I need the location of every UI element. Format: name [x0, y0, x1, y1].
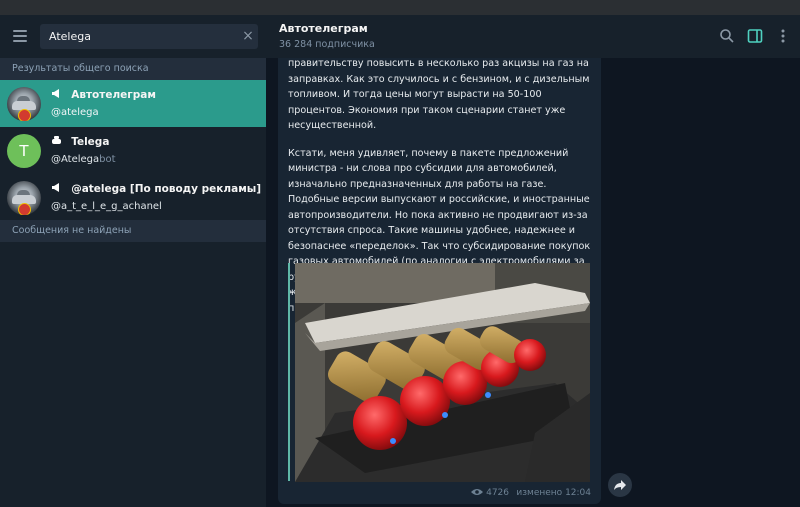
search-result-item[interactable]: T Telega @Atelegabot — [0, 127, 266, 174]
result-username: @a_t_e_l_e_g_achanel — [51, 201, 162, 212]
chat-header: Автотелеграм 36 284 подписчика — [266, 15, 800, 58]
result-username: @atelega — [51, 107, 99, 118]
avatar: T — [7, 134, 41, 168]
message-paragraph: правительству повысить в несколько раз а… — [288, 58, 590, 131]
message-bubble: правительству повысить в несколько раз а… — [278, 58, 601, 504]
result-title-text: @atelega [По поводу рекламы] — [71, 183, 262, 195]
avatar — [7, 181, 41, 215]
search-icon[interactable] — [719, 28, 735, 44]
message-meta: изменено 12:04 — [516, 488, 591, 498]
result-title-text: Автотелеграм — [71, 89, 156, 101]
search-box: × — [40, 24, 258, 49]
link-preview-bar — [288, 263, 290, 481]
messages-not-found-label: Сообщения не найдены — [0, 220, 266, 242]
edited-label: изменено — [516, 488, 563, 498]
view-count: 4726 — [471, 488, 509, 498]
search-result-item[interactable]: Автотелеграм @atelega — [0, 80, 266, 127]
result-username: @Atelegabot — [51, 154, 116, 165]
eye-icon — [471, 489, 484, 495]
result-title: Автотелеграм — [51, 89, 156, 101]
result-title-text: Telega — [71, 136, 110, 148]
share-icon — [614, 480, 626, 490]
bot-icon — [51, 136, 65, 148]
more-vertical-icon[interactable] — [775, 28, 791, 44]
search-input[interactable] — [49, 27, 229, 46]
message-photo[interactable] — [295, 263, 590, 482]
avatar — [7, 87, 41, 121]
menu-icon[interactable] — [13, 30, 27, 42]
username-suffix: bot — [99, 154, 116, 165]
message-time: 12:04 — [565, 488, 591, 498]
username-text: @atelega — [51, 107, 99, 118]
left-panel: × Результаты общего поиска Автотелеграм … — [0, 15, 266, 507]
close-icon[interactable]: × — [239, 27, 257, 45]
chat-title[interactable]: Автотелеграм — [279, 22, 368, 35]
global-search-label: Результаты общего поиска — [0, 58, 266, 80]
username-text: @a_t_e_l_e_g_achanel — [51, 201, 162, 212]
result-title: @atelega [По поводу рекламы] — [51, 183, 261, 195]
left-header: × — [0, 15, 266, 58]
search-result-item[interactable]: @atelega [По поводу рекламы] @a_t_e_l_e_… — [0, 174, 266, 221]
sidebar-toggle-icon[interactable] — [747, 28, 763, 44]
username-text: @Atelega — [51, 154, 100, 165]
megaphone-icon — [51, 183, 65, 195]
window-titlebar — [0, 0, 800, 15]
view-count-value: 4726 — [486, 488, 509, 498]
subscriber-count: 36 284 подписчика — [279, 39, 375, 50]
megaphone-icon — [51, 89, 65, 101]
result-title: Telega — [51, 136, 109, 148]
forward-button[interactable] — [608, 473, 632, 497]
